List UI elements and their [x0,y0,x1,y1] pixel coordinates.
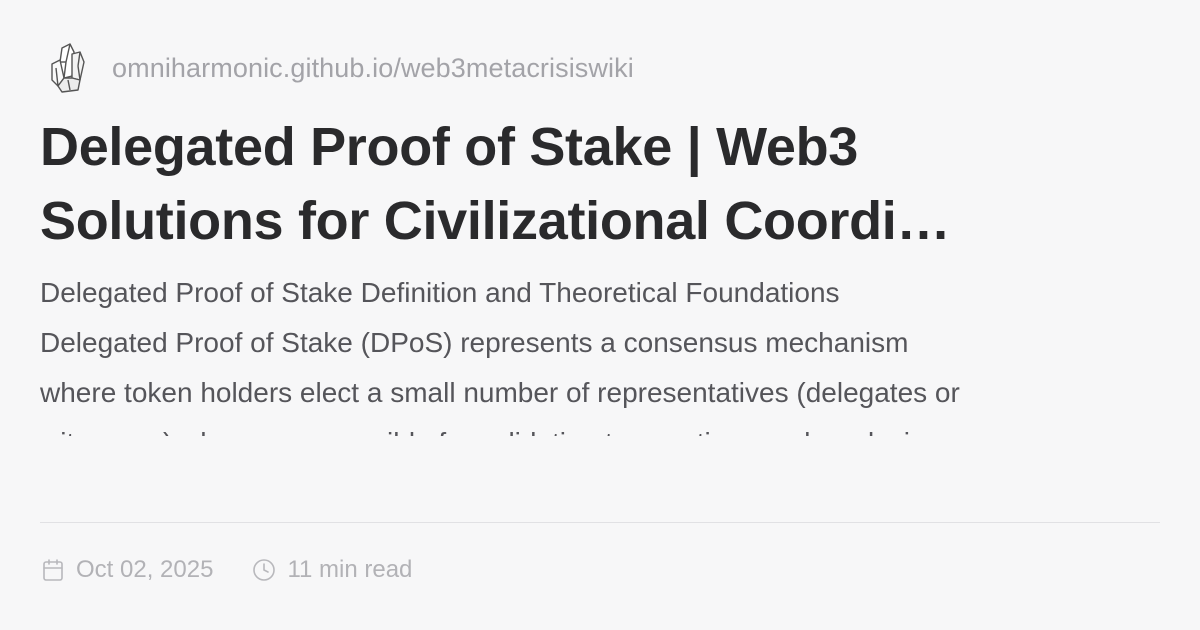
read-time: 11 min read [251,556,412,584]
article-excerpt: Delegated Proof of Stake Definition and … [40,268,1160,436]
divider [40,522,1160,523]
read-time-text: 11 min read [287,556,413,583]
site-header: omniharmonic.github.io/web3metacrisiswik… [40,40,1160,96]
article-title[interactable]: Delegated Proof of Stake | Web3 Solution… [40,110,1160,258]
article-meta: Oct 02, 2025 11 min read [40,556,450,584]
publish-date: Oct 02, 2025 [40,556,213,584]
excerpt-line: where token holders elect a small number… [40,377,960,408]
clock-icon [251,557,277,583]
article-title-line-2: Solutions for Civilizational Coordi… [40,191,951,251]
article-title-line-1: Delegated Proof of Stake | Web3 [40,117,858,177]
calendar-icon [40,557,66,583]
preview-card: omniharmonic.github.io/web3metacrisiswik… [0,0,1200,630]
excerpt-line: witnesses) who are responsible for valid… [40,418,1160,436]
publish-date-text: Oct 02, 2025 [76,556,214,583]
site-url[interactable]: omniharmonic.github.io/web3metacrisiswik… [112,53,634,84]
excerpt-line: Delegated Proof of Stake (DPoS) represen… [40,327,909,358]
crystal-cluster-icon [46,40,90,96]
excerpt-line: Delegated Proof of Stake Definition and … [40,277,840,308]
